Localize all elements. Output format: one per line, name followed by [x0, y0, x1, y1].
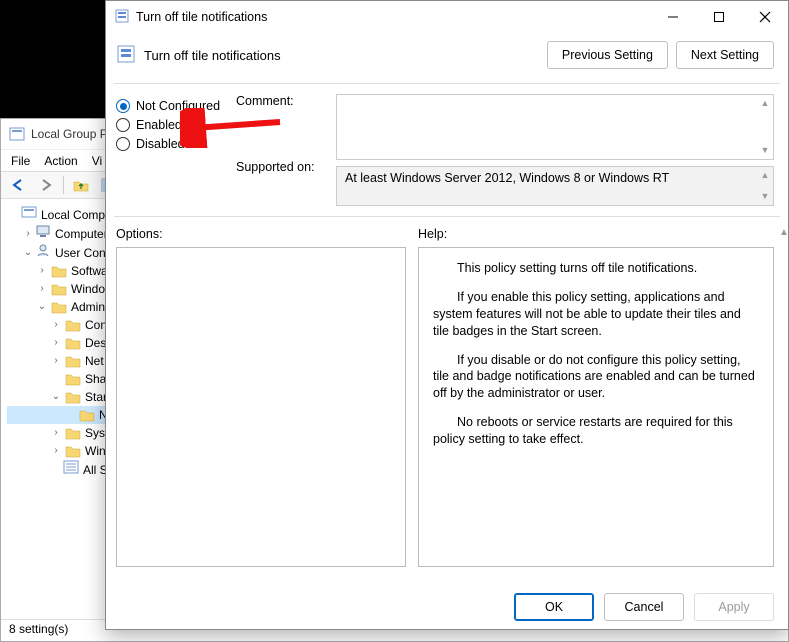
- up-folder-icon[interactable]: [70, 174, 92, 196]
- user-config-icon: [35, 243, 51, 262]
- comment-label: Comment:: [236, 94, 328, 160]
- radio-icon: [116, 118, 130, 132]
- folder-icon: [65, 336, 81, 350]
- radio-label: Not Configured: [136, 99, 220, 113]
- supported-on-text: At least Windows Server 2012, Windows 8 …: [345, 171, 669, 185]
- scroll-buttons[interactable]: ▲▼: [759, 171, 771, 201]
- previous-setting-button[interactable]: Previous Setting: [547, 41, 668, 69]
- radio-icon: [116, 137, 130, 151]
- folder-icon: [65, 390, 81, 404]
- tree-item[interactable]: Win: [85, 442, 106, 460]
- gpedit-icon: [9, 126, 25, 142]
- menu-file[interactable]: File: [11, 154, 30, 168]
- chevron-right-icon[interactable]: ›: [21, 225, 35, 243]
- folder-icon: [65, 372, 81, 386]
- radio-disabled[interactable]: Disabled: [116, 137, 228, 151]
- state-radio-group: Not Configured Enabled Disabled: [116, 94, 228, 206]
- supported-on-field: At least Windows Server 2012, Windows 8 …: [336, 166, 774, 206]
- scroll-buttons[interactable]: ▲▼: [759, 99, 771, 155]
- help-paragraph: If you disable or do not configure this …: [433, 352, 759, 403]
- chevron-right-icon[interactable]: ›: [49, 424, 63, 442]
- tree-item[interactable]: All S: [83, 461, 108, 479]
- policy-settings-dialog: Turn off tile notifications Turn off til…: [105, 0, 789, 630]
- menu-action[interactable]: Action: [44, 154, 77, 168]
- policy-icon: [116, 44, 136, 67]
- scroll-up-icon[interactable]: ▲: [759, 171, 771, 180]
- dialog-titlebar[interactable]: Turn off tile notifications: [106, 1, 788, 33]
- maximize-button[interactable]: [696, 1, 742, 33]
- help-text: This policy setting turns off tile notif…: [419, 248, 773, 472]
- radio-enabled[interactable]: Enabled: [116, 118, 228, 132]
- status-text: 8 setting(s): [9, 622, 68, 636]
- folder-icon: [51, 282, 67, 296]
- dialog-footer: OK Cancel Apply: [514, 593, 774, 621]
- toolbar-separator: [63, 176, 64, 194]
- options-label: Options:: [116, 227, 406, 241]
- radio-not-configured[interactable]: Not Configured: [116, 99, 228, 113]
- computer-config-icon: [35, 224, 51, 243]
- chevron-right-icon[interactable]: ›: [49, 316, 63, 334]
- folder-icon: [65, 444, 81, 458]
- minimize-button[interactable]: [650, 1, 696, 33]
- chevron-right-icon[interactable]: ›: [35, 262, 49, 280]
- tree-item[interactable]: Net: [85, 352, 104, 370]
- apply-button[interactable]: Apply: [694, 593, 774, 621]
- scroll-down-icon[interactable]: ▼: [759, 146, 771, 155]
- chevron-down-icon[interactable]: ⌄: [49, 388, 63, 406]
- folder-icon: [65, 318, 81, 332]
- chevron-down-icon[interactable]: ⌄: [35, 298, 49, 316]
- folder-icon: [51, 264, 67, 278]
- dialog-title: Turn off tile notifications: [136, 10, 267, 24]
- next-setting-button[interactable]: Next Setting: [676, 41, 774, 69]
- back-icon[interactable]: [7, 174, 29, 196]
- supported-label: Supported on:: [236, 160, 328, 174]
- tree-computer[interactable]: Computer: [55, 225, 108, 243]
- scroll-up-icon[interactable]: ▲: [759, 99, 771, 108]
- forward-icon[interactable]: [35, 174, 57, 196]
- help-label: Help:: [418, 227, 774, 241]
- radio-label: Disabled: [136, 137, 185, 151]
- tree-item[interactable]: Des: [85, 334, 106, 352]
- bg-title: Local Group P: [31, 127, 108, 141]
- console-root-icon: [21, 205, 37, 224]
- chevron-right-icon[interactable]: ›: [49, 352, 63, 370]
- policy-icon: [114, 8, 130, 27]
- dialog-header: Turn off tile notifications Previous Set…: [106, 33, 788, 83]
- folder-icon: [65, 426, 81, 440]
- folder-icon: [79, 408, 95, 422]
- help-panel: This policy setting turns off tile notif…: [418, 247, 774, 567]
- folder-icon: [65, 354, 81, 368]
- cancel-button[interactable]: Cancel: [604, 593, 684, 621]
- radio-label: Enabled: [136, 118, 182, 132]
- options-panel: [116, 247, 406, 567]
- ok-button[interactable]: OK: [514, 593, 594, 621]
- settings-row: Not Configured Enabled Disabled Comment:…: [106, 84, 788, 206]
- dialog-subtitle: Turn off tile notifications: [144, 48, 281, 63]
- help-paragraph: If you enable this policy setting, appli…: [433, 289, 759, 340]
- tree-item[interactable]: Con: [85, 316, 107, 334]
- close-button[interactable]: [742, 1, 788, 33]
- help-paragraph: This policy setting turns off tile notif…: [433, 260, 759, 277]
- scroll-down-icon[interactable]: ▼: [759, 192, 771, 201]
- help-paragraph: No reboots or service restarts are requi…: [433, 414, 759, 448]
- chevron-right-icon[interactable]: ›: [49, 334, 63, 352]
- field-labels: Comment: Supported on:: [236, 94, 328, 206]
- tree-item[interactable]: Admini: [71, 298, 108, 316]
- settings-list-icon: [63, 460, 79, 479]
- chevron-right-icon[interactable]: ›: [35, 280, 49, 298]
- scroll-up-icon[interactable]: ▲: [776, 227, 789, 238]
- comment-textarea[interactable]: ▲▼: [336, 94, 774, 160]
- chevron-down-icon[interactable]: ⌄: [21, 244, 35, 262]
- menu-view[interactable]: Vi: [92, 154, 102, 168]
- chevron-right-icon[interactable]: ›: [49, 442, 63, 460]
- radio-icon: [116, 99, 130, 113]
- options-help-row: Options: Help: This policy setting turns…: [106, 217, 788, 567]
- tree-item[interactable]: Star: [85, 388, 107, 406]
- folder-icon: [51, 300, 67, 314]
